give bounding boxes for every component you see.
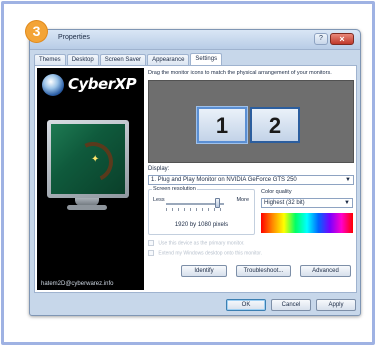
title-bar[interactable]: Properties ? × bbox=[30, 30, 360, 50]
resolution-value: 1920 by 1080 pixels bbox=[174, 222, 229, 228]
tab-settings[interactable]: Settings bbox=[190, 53, 223, 65]
display-select[interactable]: 1. Plug and Play Monitor on NVIDIA GeFor… bbox=[148, 175, 354, 185]
cancel-button[interactable]: Cancel bbox=[271, 299, 311, 311]
resolution-slider-ticks bbox=[166, 208, 224, 211]
monitor-2-box[interactable]: 2 bbox=[250, 107, 300, 143]
sparkle-icon: ✦ bbox=[91, 154, 100, 165]
apply-button[interactable]: Apply bbox=[316, 299, 356, 311]
advanced-button[interactable]: Advanced bbox=[300, 265, 351, 277]
tab-screen-saver[interactable]: Screen Saver bbox=[99, 54, 147, 65]
tab-strip: Themes Desktop Screen Saver Appearance S… bbox=[34, 53, 223, 65]
monitor-base bbox=[67, 205, 107, 210]
display-label: Display: bbox=[148, 166, 170, 172]
resolution-more-label: More bbox=[236, 197, 249, 203]
checkbox-box[interactable] bbox=[148, 240, 154, 246]
cyberxp-logo-icon bbox=[42, 74, 64, 96]
resolution-slider-thumb[interactable] bbox=[215, 198, 220, 208]
monitor-screen-art: ✦ bbox=[51, 124, 125, 194]
tab-themes[interactable]: Themes bbox=[34, 54, 66, 65]
color-quality-label: Color quality bbox=[261, 189, 292, 195]
primary-monitor-checkbox[interactable]: Use this device as the primary monitor. bbox=[148, 240, 245, 246]
cyberxp-banner: CyberXP ✦ hatem2D@cyberwarez.info bbox=[37, 68, 144, 290]
chevron-down-icon: ▼ bbox=[345, 177, 351, 183]
banner-footer-text: hatem2D@cyberwarez.info bbox=[41, 281, 114, 287]
primary-monitor-label: Use this device as the primary monitor. bbox=[158, 240, 245, 247]
monitor-arrangement-area[interactable]: 1 2 bbox=[148, 80, 354, 163]
tab-desktop[interactable]: Desktop bbox=[66, 54, 99, 65]
close-button[interactable]: × bbox=[330, 33, 354, 45]
color-quality-value: Highest (32 bit) bbox=[264, 200, 305, 206]
settings-controls: Drag the monitor icons to match the phys… bbox=[148, 68, 355, 292]
extend-desktop-checkbox[interactable]: Extend my Windows desktop onto this moni… bbox=[148, 250, 262, 256]
identify-button[interactable]: Identify bbox=[181, 265, 227, 277]
display-properties-dialog: Properties ? × Themes Desktop Screen Sav… bbox=[29, 29, 361, 316]
step-badge: 3 bbox=[26, 21, 47, 42]
settings-panel: CyberXP ✦ hatem2D@cyberwarez.info Drag t… bbox=[34, 65, 357, 293]
resolution-title: Screen resolution bbox=[152, 186, 197, 192]
ok-button[interactable]: OK bbox=[226, 299, 266, 311]
extend-desktop-label: Extend my Windows desktop onto this moni… bbox=[158, 250, 263, 257]
resolution-less-label: Less bbox=[153, 197, 165, 203]
help-button[interactable]: ? bbox=[314, 33, 328, 45]
checkbox-box[interactable] bbox=[148, 250, 154, 256]
troubleshoot-button[interactable]: Troubleshoot... bbox=[236, 265, 291, 277]
brand-name: CyberXP bbox=[68, 75, 137, 93]
color-quality-select[interactable]: Highest (32 bit) ▼ bbox=[261, 198, 353, 208]
chevron-down-icon: ▼ bbox=[344, 200, 350, 206]
window-title: Properties bbox=[58, 34, 90, 41]
tab-appearance[interactable]: Appearance bbox=[147, 54, 190, 65]
display-select-value: 1. Plug and Play Monitor on NVIDIA GeFor… bbox=[151, 177, 297, 183]
screen-resolution-group: Screen resolution Less More 1920 by 1080… bbox=[148, 186, 255, 235]
arrange-hint: Drag the monitor icons to match the phys… bbox=[148, 70, 332, 76]
monitor-1-box[interactable]: 1 bbox=[197, 107, 247, 143]
color-spectrum-bar bbox=[261, 213, 353, 233]
monitor-illustration: ✦ bbox=[47, 120, 129, 198]
